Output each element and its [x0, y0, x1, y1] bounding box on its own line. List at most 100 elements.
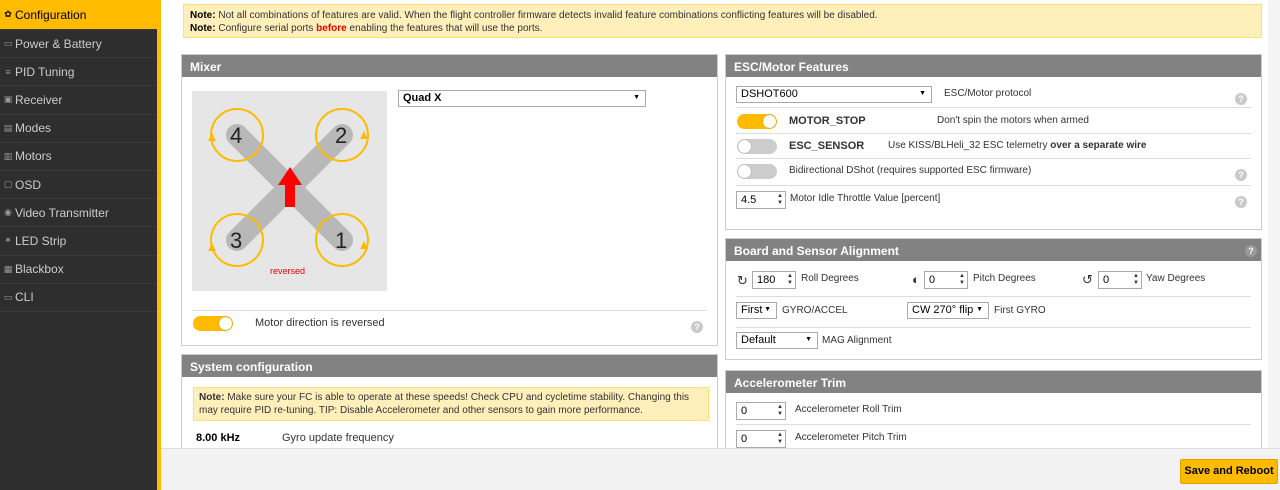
help-icon[interactable]: ?	[1235, 93, 1247, 105]
note-text: Not all combinations of features are val…	[215, 10, 878, 21]
motor-stop-label: MOTOR_STOP	[789, 115, 866, 127]
mixer-diagram: 4 2 3 1 reversed	[192, 91, 387, 291]
features-note: Note: Not all combinations of features a…	[183, 4, 1262, 38]
sidebar-item-led-strip[interactable]: ✶ LED Strip	[0, 227, 157, 256]
esc-motor-title: ESC/Motor Features	[726, 55, 1261, 77]
chevron-down-icon: ▼	[633, 94, 640, 101]
sidebar-item-label: PID Tuning	[15, 64, 75, 79]
help-icon[interactable]: ?	[1235, 169, 1247, 181]
battery-icon: ▭	[3, 38, 13, 49]
sidebar-item-label: Blackbox	[15, 262, 64, 277]
accelerometer-trim-panel: Accelerometer Trim 0 ▲ ▼ Accelerometer Rol…	[725, 370, 1262, 448]
mag-alignment-select[interactable]: Default ▼	[736, 332, 818, 349]
antenna-icon: ◉	[4, 207, 12, 218]
accel-roll-trim-label: Accelerometer Roll Trim	[795, 404, 902, 415]
sidebar-item-blackbox[interactable]: ▦ Blackbox	[0, 256, 157, 284]
help-icon[interactable]: ?	[1245, 245, 1257, 257]
board-alignment-panel: Board and Sensor Alignment ? ↻ 180 ▲ ▼ Rol…	[725, 238, 1262, 360]
sidebar-item-osd[interactable]: ▢ OSD	[0, 171, 157, 200]
spinner-icon[interactable]: ▲ ▼	[777, 193, 783, 207]
sidebar-item-label: Video Transmitter	[15, 205, 109, 220]
motor-direction-label: Motor direction is reversed	[255, 317, 385, 329]
accel-roll-trim-input[interactable]: 0 ▲ ▼	[736, 402, 786, 420]
divider	[736, 133, 1251, 134]
gyro-frequency-value[interactable]: 8.00 kHz	[196, 432, 240, 444]
note-text: Make sure your FC is able to operate at …	[199, 392, 690, 416]
sliders-icon: ≡	[5, 66, 11, 77]
note-text: Configure serial ports	[215, 23, 317, 34]
motor-icon: ▥	[3, 150, 13, 161]
modes-icon: ▤	[3, 122, 13, 133]
spinner-icon[interactable]: ▲ ▼	[959, 273, 965, 287]
sidebar-item-label: Configuration	[15, 7, 87, 22]
sidebar-item-pid-tuning[interactable]: ≡ PID Tuning	[0, 58, 157, 87]
motor-stop-toggle[interactable]	[737, 114, 777, 129]
divider	[736, 185, 1251, 186]
gyro-select[interactable]: First ▼	[736, 302, 777, 319]
divider	[736, 296, 1251, 297]
sidebar-item-modes[interactable]: ▤ Modes	[0, 115, 157, 143]
mixer-type-select[interactable]: Quad X ▼	[398, 90, 646, 107]
spinner-icon[interactable]: ▲ ▼	[1133, 273, 1139, 287]
sidebar-item-label: CLI	[15, 290, 34, 305]
esc-protocol-value: DSHOT600	[741, 88, 798, 100]
note-emphasis: before	[316, 23, 347, 34]
accel-pitch-trim-input[interactable]: 0 ▲ ▼	[736, 430, 786, 448]
sidebar-item-label: Modes	[15, 121, 52, 136]
pitch-icon: ◐	[912, 272, 920, 287]
sidebar-item-video-transmitter[interactable]: ◉ Video Transmitter	[0, 199, 157, 228]
yaw-degrees-input[interactable]: 0 ▲ ▼	[1098, 271, 1142, 289]
note-text: enabling the features that will use the …	[346, 23, 543, 34]
sidebar-item-motors[interactable]: ▥ Motors	[0, 143, 157, 171]
blackbox-icon: ▦	[3, 263, 13, 274]
mixer-title: Mixer	[182, 55, 717, 77]
esc-protocol-select[interactable]: DSHOT600 ▼	[736, 86, 932, 103]
sidebar-item-power-battery[interactable]: ▭ Power & Battery	[0, 30, 157, 59]
save-and-reboot-button[interactable]: Save and Reboot	[1180, 459, 1278, 484]
sidebar-item-receiver[interactable]: ▣ Receiver	[0, 86, 157, 115]
pitch-degrees-input[interactable]: 0 ▲ ▼	[924, 271, 968, 289]
sidebar-item-cli[interactable]: ▭ CLI	[0, 284, 157, 312]
divider	[736, 158, 1251, 159]
osd-icon: ▢	[3, 179, 13, 190]
chevron-down-icon: ▼	[805, 336, 812, 343]
receiver-icon: ▣	[3, 94, 13, 105]
system-config-title: System configuration	[182, 355, 717, 377]
motor-idle-value: 4.5	[741, 194, 757, 206]
esc-sensor-toggle[interactable]	[737, 139, 777, 154]
spinner-icon[interactable]: ▲ ▼	[777, 432, 783, 446]
accelerometer-trim-title: Accelerometer Trim	[726, 371, 1261, 393]
roll-degrees-value: 180	[757, 274, 776, 286]
roll-icon: ↻	[737, 273, 748, 288]
spinner-icon[interactable]: ▲ ▼	[787, 273, 793, 287]
divider	[192, 310, 707, 311]
note-label: Note:	[199, 392, 225, 403]
note-label: Note:	[190, 10, 216, 21]
accel-roll-trim-value: 0	[741, 405, 748, 417]
help-icon[interactable]: ?	[1235, 196, 1247, 208]
divider	[736, 327, 1251, 328]
esc-motor-panel: ESC/Motor Features DSHOT600 ▼ ESC/Motor p…	[725, 54, 1262, 230]
motor-4-label: 4	[230, 123, 243, 148]
chevron-down-icon: ▼	[974, 306, 983, 313]
accel-pitch-trim-label: Accelerometer Pitch Trim	[795, 432, 907, 443]
motor-idle-label: Motor Idle Throttle Value [percent]	[790, 193, 941, 204]
motor-3-label: 3	[230, 228, 243, 253]
gyro-frequency-label: Gyro update frequency	[282, 432, 394, 444]
motor-idle-input[interactable]: 4.5 ▲ ▼	[736, 191, 786, 209]
gyro-accel-label: GYRO/ACCEL	[782, 305, 848, 316]
scrollbar[interactable]	[1268, 0, 1280, 448]
spinner-icon[interactable]: ▲ ▼	[777, 404, 783, 418]
sidebar-item-configuration[interactable]: ✿ Configuration	[0, 0, 157, 30]
sidebar-item-label: Power & Battery	[15, 36, 102, 51]
motor-direction-toggle[interactable]	[193, 316, 233, 331]
bottom-toolbar: Save and Reboot	[161, 448, 1280, 490]
roll-degrees-input[interactable]: 180 ▲ ▼	[752, 271, 796, 289]
bidirectional-dshot-toggle[interactable]	[737, 164, 777, 179]
roll-degrees-label: Roll Degrees	[801, 273, 859, 284]
help-icon[interactable]: ?	[691, 321, 703, 333]
divider	[736, 424, 1251, 425]
gyro-alignment-select[interactable]: CW 270° flip ▼	[907, 302, 989, 319]
esc-sensor-desc-text: Use KISS/BLHeli_32 ESC telemetry	[888, 140, 1051, 151]
yaw-icon: ↺	[1082, 272, 1093, 287]
